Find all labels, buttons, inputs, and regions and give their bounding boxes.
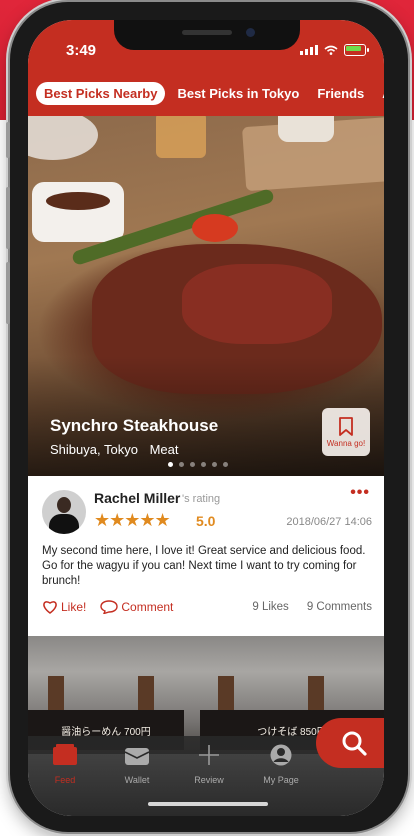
review-card: Rachel Miller 's rating ••• ★★★★★ 5.0 20… xyxy=(28,476,384,636)
review-counts: 9 Likes 9 Comments xyxy=(252,601,372,613)
rating-suffix: 's rating xyxy=(182,493,221,505)
restaurant-category: Meat xyxy=(149,442,179,457)
carousel-indicator xyxy=(168,462,228,467)
home-indicator xyxy=(148,802,268,806)
tab-best-picks-nearby[interactable]: Best Picks Nearby xyxy=(36,82,166,105)
battery-icon xyxy=(344,44,369,56)
restaurant-location: Shibuya, Tokyo Meat xyxy=(50,442,186,457)
restaurant-area: Shibuya, Tokyo xyxy=(50,442,138,457)
status-icons xyxy=(300,44,369,56)
star-rating: ★★★★★ xyxy=(94,510,171,530)
review-text: My second time here, I love it! Great se… xyxy=(42,545,366,587)
tabbar-wallet[interactable]: Wallet xyxy=(110,744,164,785)
like-label: Like! xyxy=(61,600,87,614)
person-icon xyxy=(270,744,292,766)
comments-count[interactable]: 9 Comments xyxy=(307,601,372,613)
tabbar-review[interactable]: Review xyxy=(182,744,236,785)
tabbar-wallet-label: Wallet xyxy=(124,775,150,785)
tabbar-review-label: Review xyxy=(194,775,224,785)
volume-up-button xyxy=(6,187,10,249)
tab-best-picks-tokyo[interactable]: Best Picks in Tokyo xyxy=(171,82,305,105)
likes-count[interactable]: 9 Likes xyxy=(252,601,288,613)
more-options-button[interactable]: ••• xyxy=(350,484,370,502)
wanna-go-label: Wanna go! xyxy=(326,438,366,448)
volume-down-button xyxy=(6,262,10,324)
wallet-icon xyxy=(124,748,150,765)
tab-friends[interactable]: Friends xyxy=(311,82,370,105)
feed-icon xyxy=(53,744,77,765)
review-actions: Like! Comment xyxy=(42,600,173,614)
reviewer-name[interactable]: Rachel Miller xyxy=(94,490,180,506)
wifi-icon xyxy=(324,45,338,55)
search-icon xyxy=(342,731,367,756)
tabbar-feed-label: Feed xyxy=(54,775,76,785)
bookmark-icon xyxy=(339,416,353,436)
search-button[interactable] xyxy=(316,718,384,768)
status-time: 3:49 xyxy=(66,42,97,59)
review-date: 2018/06/27 14:06 xyxy=(286,516,372,528)
app-screen: 3:49 Best Picks Nearby Best Picks in Tok… xyxy=(28,20,384,816)
speech-bubble-icon xyxy=(100,600,119,614)
tabbar-feed[interactable]: Feed xyxy=(38,744,92,785)
restaurant-name[interactable]: Synchro Steakhouse xyxy=(50,416,218,436)
plus-icon xyxy=(199,745,219,765)
tab-all[interactable]: Al xyxy=(376,82,384,105)
rating-score: 5.0 xyxy=(196,513,216,529)
wanna-go-button[interactable]: Wanna go! xyxy=(322,408,370,456)
like-button[interactable]: Like! xyxy=(42,600,86,614)
category-tabs: Best Picks Nearby Best Picks in Tokyo Fr… xyxy=(36,82,384,105)
comment-button[interactable]: Comment xyxy=(100,600,173,614)
restaurant-photo[interactable]: Synchro Steakhouse Shibuya, Tokyo Meat W… xyxy=(28,116,384,476)
tabbar-my-page-label: My Page xyxy=(263,775,299,785)
signal-icon xyxy=(300,45,318,55)
device-notch xyxy=(114,20,300,50)
comment-label: Comment xyxy=(121,600,174,614)
mute-switch xyxy=(6,122,10,158)
avatar[interactable] xyxy=(42,490,86,534)
heart-icon xyxy=(43,601,57,614)
tabbar-my-page[interactable]: My Page xyxy=(254,744,308,785)
